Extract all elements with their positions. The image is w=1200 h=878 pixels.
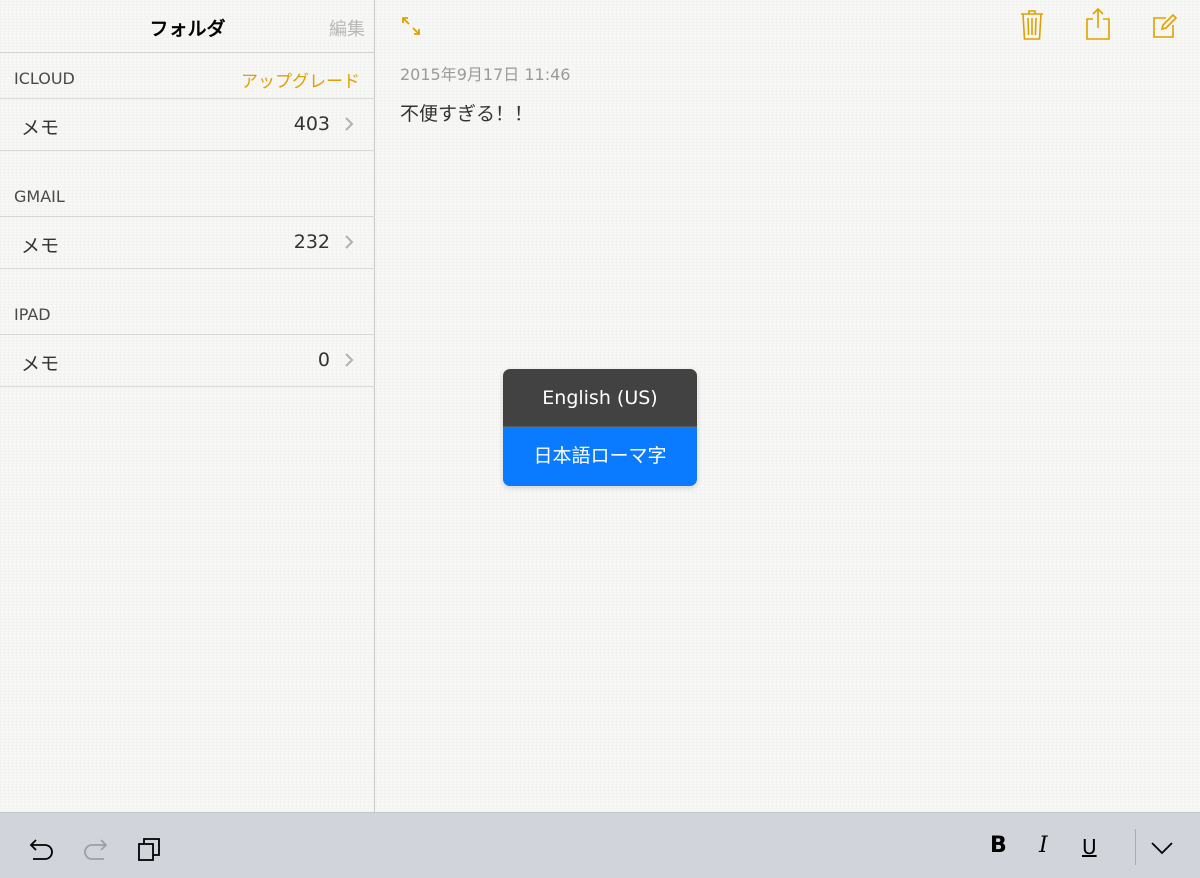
folder-row-gmail-memo[interactable]: メモ 232	[0, 217, 375, 269]
edit-button[interactable]: 編集	[329, 15, 365, 41]
section-header-gmail: GMAIL	[0, 171, 375, 217]
language-option-english[interactable]: English (US)	[503, 369, 697, 427]
sidebar-header: フォルダ 編集	[0, 0, 375, 53]
toolbar-divider	[1135, 829, 1136, 865]
dismiss-keyboard-icon[interactable]	[1150, 841, 1174, 855]
section-label: IPAD	[14, 305, 51, 324]
note-editor: 2015年9月17日 11:46 不便すぎる！！	[376, 0, 1200, 812]
note-timestamp: 2015年9月17日 11:46	[400, 65, 571, 84]
section-label: ICLOUD	[14, 69, 75, 88]
section-header-ipad: IPAD	[0, 289, 375, 335]
chevron-right-icon	[345, 117, 354, 131]
redo-icon[interactable]	[82, 837, 110, 861]
expand-icon[interactable]	[400, 15, 422, 37]
compose-icon[interactable]	[1152, 13, 1178, 39]
folder-row-icloud-memo[interactable]: メモ 403	[0, 99, 375, 151]
chevron-right-icon	[345, 235, 354, 249]
note-body[interactable]: 不便すぎる！！	[400, 99, 533, 126]
upgrade-button[interactable]: アップグレード	[241, 67, 360, 92]
trash-icon[interactable]	[1020, 9, 1044, 41]
folder-count: 0	[317, 349, 330, 371]
keyboard-shortcut-bar: B I U	[0, 812, 1200, 878]
sidebar-title: フォルダ	[149, 18, 226, 40]
folder-sidebar: フォルダ 編集 ICLOUD アップグレード メモ 403 GMAIL メモ 2…	[0, 0, 375, 812]
folder-count: 232	[293, 231, 330, 253]
chevron-right-icon	[345, 353, 354, 367]
share-icon[interactable]	[1085, 7, 1111, 41]
folder-label: メモ	[21, 353, 60, 375]
italic-button[interactable]: I	[1039, 833, 1048, 858]
section-header-icloud: ICLOUD アップグレード	[0, 53, 375, 99]
folder-label: メモ	[21, 235, 60, 257]
folder-row-ipad-memo[interactable]: メモ 0	[0, 335, 375, 387]
folder-count: 403	[293, 113, 330, 135]
underline-button[interactable]: U	[1082, 835, 1097, 859]
paste-icon[interactable]	[137, 836, 163, 862]
language-option-japanese-romaji[interactable]: 日本語ローマ字	[503, 427, 697, 486]
section-label: GMAIL	[14, 187, 65, 206]
keyboard-language-menu: English (US) 日本語ローマ字	[503, 369, 697, 486]
bold-button[interactable]: B	[990, 833, 1007, 858]
folder-label: メモ	[21, 117, 60, 139]
undo-icon[interactable]	[27, 837, 55, 861]
